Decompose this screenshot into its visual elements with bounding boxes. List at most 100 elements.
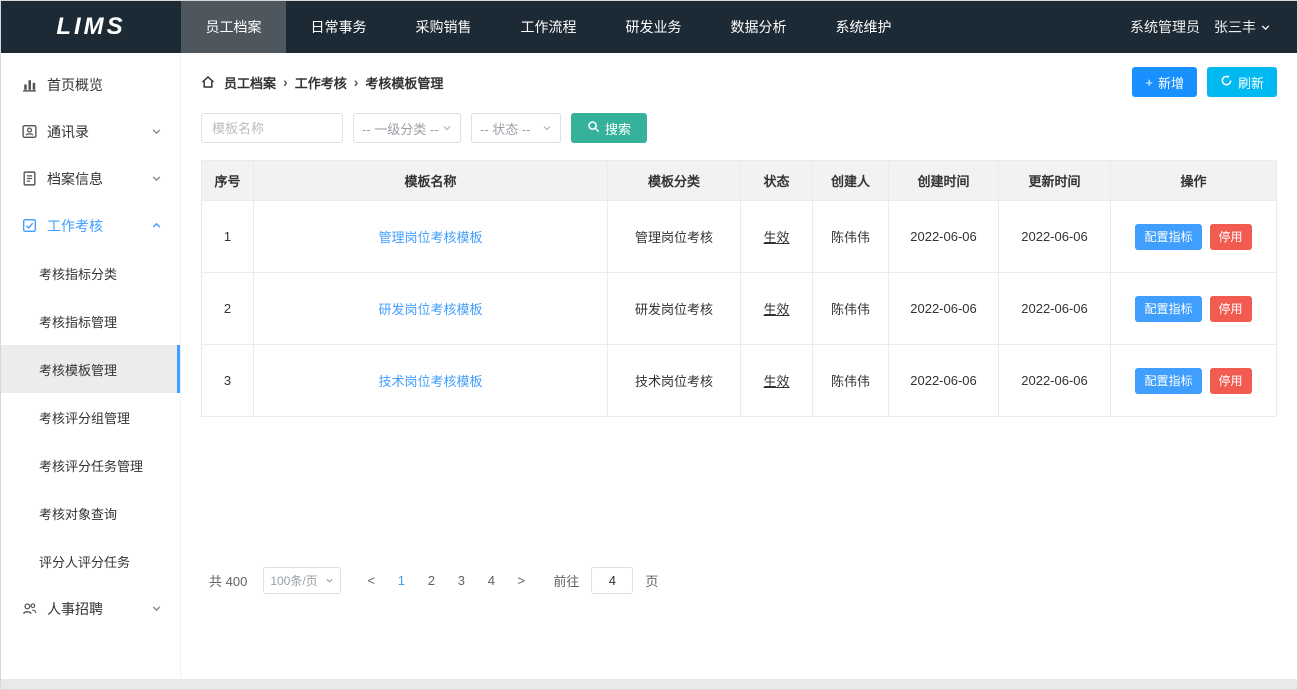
user-role: 系统管理员 <box>1130 17 1200 37</box>
next-page-button[interactable]: > <box>509 573 533 588</box>
add-button-label: 新增 <box>1158 73 1184 92</box>
user-area: 系统管理员 张三丰 <box>1130 1 1297 53</box>
disable-button[interactable]: 停用 <box>1210 368 1252 394</box>
chevron-down-icon <box>151 173 162 184</box>
column-header-actions: 操作 <box>1111 161 1277 201</box>
status-badge: 生效 <box>763 374 789 389</box>
cell-creator: 陈伟伟 <box>813 273 889 345</box>
search-button-label: 搜索 <box>605 119 631 138</box>
status-select-value: -- 状态 -- <box>480 119 531 138</box>
template-table: 序号 模板名称 模板分类 状态 创建人 创建时间 更新时间 操作 1 管理岗位考… <box>201 160 1277 417</box>
user-menu[interactable]: 张三丰 <box>1214 17 1271 37</box>
refresh-button-label: 刷新 <box>1238 73 1264 92</box>
cell-updated: 2022-06-06 <box>999 273 1111 345</box>
cell-index: 3 <box>202 345 254 417</box>
cell-created: 2022-06-06 <box>889 273 999 345</box>
page-size-select[interactable]: 100条/页 <box>263 567 341 594</box>
chevron-down-icon <box>151 126 162 137</box>
template-name-link[interactable]: 技术岗位考核模板 <box>378 374 482 389</box>
bar-chart-icon <box>21 76 38 93</box>
top-tab-rd-business[interactable]: 研发业务 <box>601 1 706 53</box>
sidebar-item-home-overview[interactable]: 首页概览 <box>1 61 180 108</box>
cell-index: 2 <box>202 273 254 345</box>
page-number-4[interactable]: 4 <box>479 573 503 588</box>
sidebar-subitem-template-management[interactable]: 考核模板管理 <box>1 345 180 393</box>
sidebar-subitem-scoring-group[interactable]: 考核评分组管理 <box>1 393 180 441</box>
sidebar-item-work-assessment[interactable]: 工作考核 <box>1 202 180 249</box>
cell-updated: 2022-06-06 <box>999 345 1111 417</box>
top-tab-workflow[interactable]: 工作流程 <box>496 1 601 53</box>
sidebar-item-archive-info[interactable]: 档案信息 <box>1 155 180 202</box>
disable-button[interactable]: 停用 <box>1210 224 1252 250</box>
table-row: 3 技术岗位考核模板 技术岗位考核 生效 陈伟伟 2022-06-06 2022… <box>202 345 1277 417</box>
sidebar-item-hr-recruitment[interactable]: 人事招聘 <box>1 585 180 632</box>
sidebar-item-label: 人事招聘 <box>47 599 151 619</box>
cell-category: 技术岗位考核 <box>608 345 741 417</box>
chevron-up-icon <box>151 220 162 231</box>
column-header-category: 模板分类 <box>608 161 741 201</box>
table-row: 2 研发岗位考核模板 研发岗位考核 生效 陈伟伟 2022-06-06 2022… <box>202 273 1277 345</box>
breadcrumb-item[interactable]: 员工档案 <box>224 73 276 92</box>
table-row: 1 管理岗位考核模板 管理岗位考核 生效 陈伟伟 2022-06-06 2022… <box>202 201 1277 273</box>
page-number-2[interactable]: 2 <box>419 573 443 588</box>
sidebar-subitem-indicator-management[interactable]: 考核指标管理 <box>1 297 180 345</box>
top-tab-employee-archive[interactable]: 员工档案 <box>181 1 286 53</box>
template-name-link[interactable]: 管理岗位考核模板 <box>378 230 482 245</box>
sidebar-item-contacts[interactable]: 通讯录 <box>1 108 180 155</box>
breadcrumb-item[interactable]: 工作考核 <box>295 73 347 92</box>
cell-category: 研发岗位考核 <box>608 273 741 345</box>
audit-icon <box>21 217 38 234</box>
cell-index: 1 <box>202 201 254 273</box>
sidebar-item-label: 档案信息 <box>47 169 151 189</box>
cell-creator: 陈伟伟 <box>813 201 889 273</box>
home-icon <box>201 75 215 89</box>
template-name-link[interactable]: 研发岗位考核模板 <box>378 302 482 317</box>
chevron-down-icon <box>442 123 452 133</box>
sidebar-item-label: 首页概览 <box>47 75 162 95</box>
sidebar-item-label: 通讯录 <box>47 122 151 142</box>
refresh-button[interactable]: 刷新 <box>1207 67 1277 97</box>
cell-created: 2022-06-06 <box>889 345 999 417</box>
sidebar: 首页概览 通讯录 档案信息 <box>1 53 181 679</box>
breadcrumb-item: 考核模板管理 <box>365 73 443 92</box>
sidebar-subitem-indicator-category[interactable]: 考核指标分类 <box>1 249 180 297</box>
cell-category: 管理岗位考核 <box>608 201 741 273</box>
status-badge: 生效 <box>763 302 789 317</box>
sidebar-subitem-target-query[interactable]: 考核对象查询 <box>1 489 180 537</box>
main-content: 员工档案 工作考核 考核模板管理 + 新增 刷新 <box>181 53 1297 679</box>
disable-button[interactable]: 停用 <box>1210 296 1252 322</box>
configure-indicators-button[interactable]: 配置指标 <box>1135 296 1201 322</box>
search-button[interactable]: 搜索 <box>571 113 647 143</box>
category-select-value: -- 一级分类 -- <box>362 119 439 138</box>
plus-icon: + <box>1145 75 1153 90</box>
template-name-input[interactable] <box>201 113 343 143</box>
top-tab-system-maintenance[interactable]: 系统维护 <box>811 1 916 53</box>
page-unit-label: 页 <box>645 571 658 590</box>
top-tab-data-analysis[interactable]: 数据分析 <box>706 1 811 53</box>
column-header-index: 序号 <box>202 161 254 201</box>
status-select[interactable]: -- 状态 -- <box>471 113 561 143</box>
top-tab-purchase-sales[interactable]: 采购销售 <box>391 1 496 53</box>
configure-indicators-button[interactable]: 配置指标 <box>1135 224 1201 250</box>
sidebar-subitem-scoring-task-management[interactable]: 考核评分任务管理 <box>1 441 180 489</box>
breadcrumb-separator <box>283 74 288 90</box>
sidebar-subitem-rater-scoring-task[interactable]: 评分人评分任务 <box>1 537 180 585</box>
sidebar-item-label: 工作考核 <box>47 216 151 236</box>
cell-creator: 陈伟伟 <box>813 345 889 417</box>
table-header-row: 序号 模板名称 模板分类 状态 创建人 创建时间 更新时间 操作 <box>202 161 1277 201</box>
page-size-value: 100条/页 <box>270 572 317 589</box>
chevron-down-icon <box>151 603 162 614</box>
configure-indicators-button[interactable]: 配置指标 <box>1135 368 1201 394</box>
column-header-status: 状态 <box>741 161 813 201</box>
chevron-down-icon <box>1260 22 1271 33</box>
prev-page-button[interactable]: < <box>359 573 383 588</box>
top-tab-daily-affairs[interactable]: 日常事务 <box>286 1 391 53</box>
pagination: 共 400 100条/页 < 1 2 3 4 > 前往 页 <box>201 567 1277 594</box>
people-icon <box>21 600 38 617</box>
page-number-1[interactable]: 1 <box>389 573 413 588</box>
category-select[interactable]: -- 一级分类 -- <box>353 113 461 143</box>
add-button[interactable]: + 新增 <box>1132 67 1197 97</box>
chevron-down-icon <box>325 576 334 585</box>
goto-page-input[interactable] <box>591 567 633 594</box>
page-number-3[interactable]: 3 <box>449 573 473 588</box>
